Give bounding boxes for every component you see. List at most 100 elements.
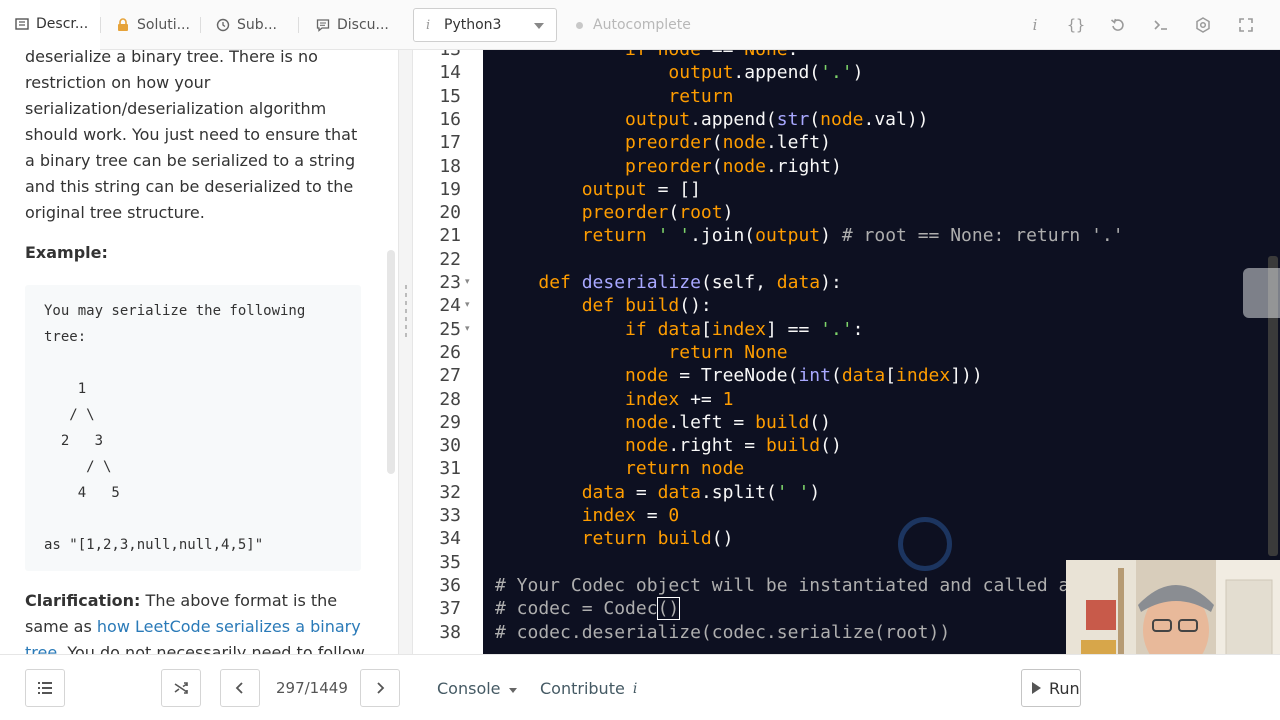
play-icon <box>1032 682 1041 694</box>
code-line[interactable]: node.left = build() <box>495 411 831 434</box>
code-line[interactable]: return build() <box>495 527 734 550</box>
description-panel: deserialize a binary tree. There is no r… <box>0 50 398 654</box>
discuss-icon <box>316 18 330 32</box>
code-line[interactable]: # codec = Codec() <box>495 597 681 621</box>
code-line[interactable]: output.append('.') <box>495 61 863 84</box>
description-scrollbar[interactable] <box>387 250 395 474</box>
tab-divider <box>298 17 299 33</box>
example-text: You may serialize the following tree: 1 … <box>44 303 306 553</box>
clarification-tail: . You do not necessarily need to follow <box>57 643 365 654</box>
line-number: 37 <box>439 598 461 620</box>
line-number: 33 <box>439 505 461 526</box>
fold-arrow-icon[interactable]: ▾ <box>465 277 470 287</box>
fold-arrow-icon[interactable]: ▾ <box>465 324 470 334</box>
settings-icon[interactable] <box>1192 14 1214 36</box>
leetcode-workspace: Descr... Soluti... Sub... Discu... i Pyt… <box>0 0 1280 720</box>
console-button[interactable]: Console <box>437 679 517 698</box>
autocomplete-toggle[interactable]: Autocomplete <box>576 0 691 50</box>
code-line[interactable]: index = 0 <box>495 504 680 527</box>
line-number: 35 <box>439 551 461 573</box>
example-heading: Example: <box>25 243 108 262</box>
lock-icon <box>116 18 130 32</box>
contribute-button[interactable]: Contribute i <box>540 679 637 698</box>
side-panel-handle[interactable] <box>1243 268 1280 318</box>
code-line[interactable]: return ' '.join(output) # root == None: … <box>495 224 1124 247</box>
bottom-bar: 297/1449 Console Contribute i Run <box>0 654 1280 720</box>
tab-description[interactable]: Descr... <box>0 0 100 50</box>
prev-problem-button[interactable] <box>220 669 260 707</box>
line-number: 32 <box>439 481 461 503</box>
code-line[interactable]: preorder(node.right) <box>495 155 842 178</box>
info-icon[interactable]: i <box>1024 14 1046 36</box>
panel-splitter[interactable] <box>398 50 413 654</box>
run-label: Run <box>1049 678 1080 698</box>
tab-discuss[interactable]: Discu... <box>316 0 389 50</box>
info-icon: i <box>632 680 638 697</box>
line-number: 25 <box>439 318 461 340</box>
line-number: 13 <box>413 50 461 61</box>
code-line[interactable]: node = TreeNode(int(data[index])) <box>495 364 983 387</box>
code-line[interactable]: output = [] <box>495 178 701 201</box>
tab-divider <box>100 17 101 33</box>
language-value: Python3 <box>444 17 502 33</box>
run-code-button[interactable]: Run <box>1021 669 1081 707</box>
code-line[interactable]: def deserialize(self, data): <box>495 271 841 294</box>
code-line[interactable]: preorder(root) <box>495 201 734 224</box>
line-number: 24 <box>439 295 461 317</box>
chevron-down-icon <box>508 687 517 693</box>
tab-submissions[interactable]: Sub... <box>216 0 277 50</box>
console-label: Console <box>437 679 501 698</box>
tab-label: Sub... <box>237 17 277 33</box>
description-icon <box>15 17 29 31</box>
loading-spinner-icon <box>898 517 952 571</box>
line-number: 19 <box>439 178 461 200</box>
fullscreen-icon[interactable] <box>1235 14 1257 36</box>
code-line[interactable]: preorder(node.left) <box>495 131 831 154</box>
code-line[interactable]: index += 1 <box>495 388 733 411</box>
code-line[interactable]: if data[index] == '.': <box>495 318 863 341</box>
shuffle-button[interactable] <box>161 669 201 707</box>
line-number: 38 <box>439 621 461 643</box>
code-line[interactable]: return node <box>495 457 744 480</box>
toggle-dot-icon <box>576 21 583 29</box>
code-line[interactable]: data = data.split(' ') <box>495 481 820 504</box>
line-number: 17 <box>439 132 461 154</box>
next-problem-button[interactable] <box>360 669 400 707</box>
clarification: Clarification: The above format is the s… <box>25 588 370 654</box>
line-number: 21 <box>439 225 461 247</box>
line-number: 31 <box>439 458 461 480</box>
fold-arrow-icon[interactable]: ▾ <box>465 300 470 310</box>
clarification-label: Clarification: <box>25 591 141 610</box>
code-line[interactable]: output.append(str(node.val)) <box>495 108 928 131</box>
code-line[interactable]: # codec.deserialize(codec.serialize(root… <box>495 621 950 644</box>
contribute-label: Contribute <box>540 679 625 698</box>
reset-icon[interactable] <box>1107 14 1129 36</box>
braces-icon[interactable]: {} <box>1065 14 1087 36</box>
line-number: 34 <box>439 528 461 550</box>
terminal-icon[interactable] <box>1150 14 1172 36</box>
line-number: 27 <box>439 365 461 387</box>
line-number: 28 <box>439 388 461 410</box>
line-number: 20 <box>439 202 461 224</box>
line-number: 36 <box>439 574 461 596</box>
code-line[interactable]: return <box>495 85 733 108</box>
code-line[interactable]: # Your Codec object will be instantiated… <box>495 574 1145 597</box>
autocomplete-label: Autocomplete <box>593 17 691 33</box>
tab-label: Descr... <box>36 16 89 32</box>
description-intro: deserialize a binary tree. There is no r… <box>25 50 358 222</box>
tab-solution[interactable]: Soluti... <box>116 0 190 50</box>
language-select[interactable]: i Python3 <box>413 8 557 42</box>
clock-icon <box>216 18 230 32</box>
problem-list-button[interactable] <box>25 669 65 707</box>
code-line[interactable]: node.right = build() <box>495 434 842 457</box>
example-block: You may serialize the following tree: 1 … <box>25 285 361 571</box>
line-number: 14 <box>439 62 461 84</box>
line-number: 15 <box>439 85 461 107</box>
code-line[interactable]: def build(): <box>495 294 712 317</box>
line-number: 29 <box>439 411 461 433</box>
code-line[interactable]: return None <box>495 341 787 364</box>
chevron-down-icon <box>534 23 544 29</box>
line-number: 30 <box>439 435 461 457</box>
code-line[interactable]: if node == None: <box>495 50 798 61</box>
tab-label: Soluti... <box>137 17 190 33</box>
